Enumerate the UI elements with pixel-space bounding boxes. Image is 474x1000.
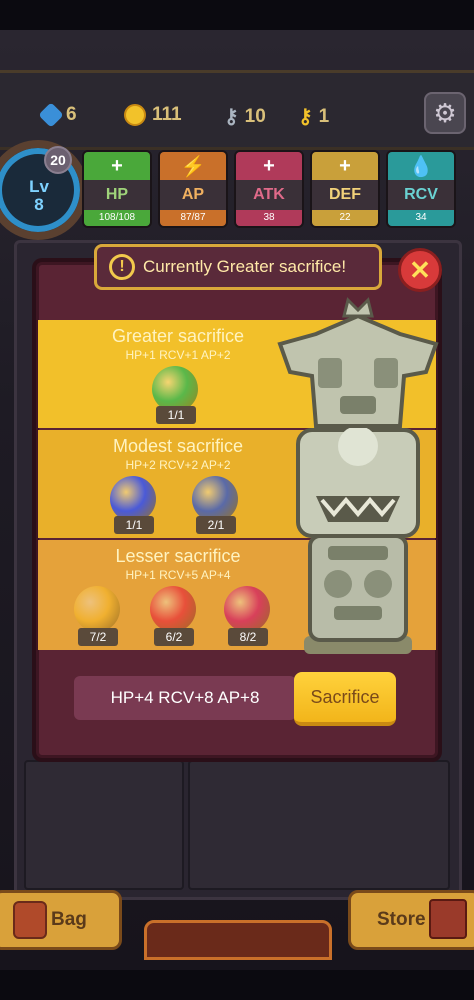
fruit-count: 6/2	[154, 628, 194, 646]
stat-card-atk[interactable]: + ATK 38	[234, 150, 304, 228]
gold-key-counter: ⚷ 1	[298, 104, 329, 129]
level-label: Lv	[29, 177, 49, 196]
bag-icon	[13, 901, 47, 939]
level-badge: 20	[44, 146, 72, 174]
grid-cell	[24, 760, 184, 890]
stat-value: 87/87	[160, 210, 226, 226]
stat-upgrade-icon: ⚡	[160, 152, 226, 180]
bag-button[interactable]: Bag	[0, 890, 122, 950]
stat-card-def[interactable]: + DEF 22	[310, 150, 380, 228]
fruit-count: 8/2	[228, 628, 268, 646]
stat-card-ap[interactable]: ⚡ AP 87/87	[158, 150, 228, 228]
stat-upgrade-icon: +	[236, 152, 302, 180]
stat-name: AP	[181, 186, 205, 203]
center-tab[interactable]	[144, 920, 332, 960]
sacrifice-status-banner: ! Currently Greater sacrifice!	[94, 244, 382, 290]
gem-count: 6	[66, 104, 77, 125]
fruit-icon[interactable]	[224, 586, 270, 632]
stat-upgrade-icon: +	[84, 152, 150, 180]
gem-icon	[38, 102, 64, 128]
close-button[interactable]: ✕	[398, 248, 442, 292]
fruit-count: 7/2	[78, 628, 118, 646]
stat-upgrade-icon: 💧	[388, 152, 454, 180]
coin-icon	[124, 104, 146, 126]
total-bonus-display: HP+4 RCV+8 AP+8	[74, 676, 296, 720]
coin-counter: 111	[124, 104, 182, 126]
gold-key-count: 1	[318, 105, 330, 127]
stat-name: RCV	[404, 186, 438, 203]
fruit-icon[interactable]	[150, 586, 196, 632]
stat-card-hp[interactable]: + HP 108/108	[82, 150, 152, 228]
gold-key-icon: ⚷	[298, 106, 313, 128]
store-button[interactable]: Store	[348, 890, 474, 950]
bag-label: Bag	[51, 909, 87, 930]
settings-button[interactable]: ⚙	[424, 92, 466, 134]
stat-upgrade-icon: +	[312, 152, 378, 180]
stat-name: ATK	[253, 186, 285, 203]
fruit-count: 2/1	[196, 516, 236, 534]
stat-value: 38	[236, 210, 302, 226]
totem-statue	[277, 297, 439, 654]
sacrifice-button[interactable]: Sacrifice	[294, 672, 396, 726]
stat-value: 34	[388, 210, 454, 226]
fruit-count: 1/1	[114, 516, 154, 534]
gear-icon: ⚙	[433, 97, 457, 128]
silver-key-counter: ⚷ 10	[224, 104, 266, 129]
stat-card-rcv[interactable]: 💧 RCV 34	[386, 150, 456, 228]
store-label: Store	[377, 909, 426, 930]
close-icon: ✕	[409, 254, 431, 285]
stat-value: 108/108	[84, 210, 150, 226]
gem-counter: 6	[38, 102, 77, 128]
silver-key-icon: ⚷	[224, 106, 239, 128]
stat-value: 22	[312, 210, 378, 226]
fruit-icon[interactable]	[74, 586, 120, 632]
banner-text: Currently Greater sacrifice!	[143, 257, 347, 276]
coin-count: 111	[152, 104, 182, 125]
stat-name: DEF	[329, 186, 361, 203]
exclamation-icon: !	[109, 254, 135, 280]
level-value: 8	[34, 195, 44, 214]
store-icon	[429, 899, 467, 939]
grid-cell	[188, 760, 450, 890]
silver-key-count: 10	[244, 105, 266, 127]
stat-name: HP	[105, 186, 129, 203]
fruit-count: 1/1	[156, 406, 196, 424]
